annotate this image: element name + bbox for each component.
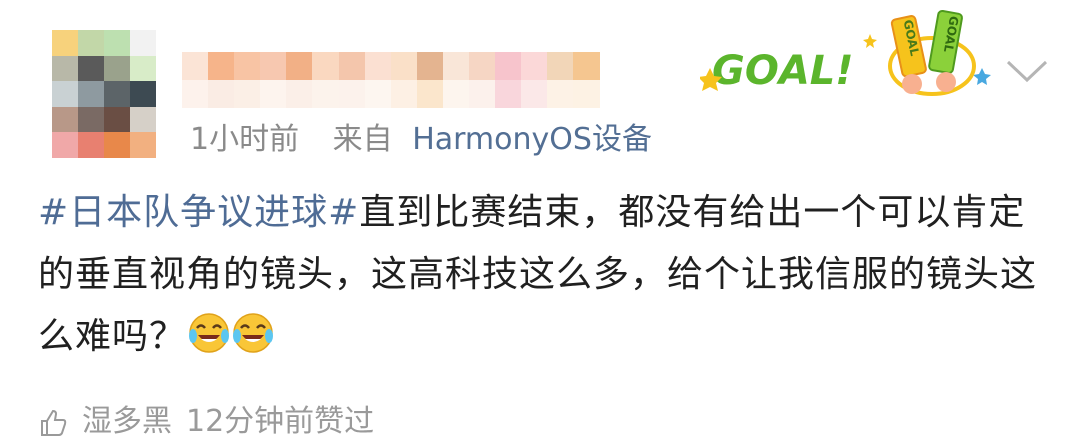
username-pixel	[573, 80, 600, 108]
laugh-cry-emoji	[233, 313, 274, 353]
username-pixel	[234, 80, 261, 108]
avatar-pixel	[52, 106, 78, 133]
username-pixel	[442, 80, 470, 108]
avatar-pixel	[104, 30, 130, 56]
avatar[interactable]	[52, 30, 156, 158]
username-pixel	[286, 52, 313, 80]
username-pixel	[208, 80, 235, 108]
avatar-pixel	[78, 81, 104, 107]
username-pixel	[573, 52, 600, 80]
avatar-pixel	[104, 55, 130, 82]
like-icon	[41, 409, 67, 436]
username-pixel	[469, 52, 496, 80]
avatar-pixel	[52, 132, 78, 158]
username-pixel	[338, 80, 365, 108]
avatar-pixel	[78, 132, 104, 158]
username-pixel	[312, 80, 339, 108]
avatar-pixel	[130, 81, 156, 107]
avatar-pixel	[104, 132, 130, 158]
username-pixel	[338, 52, 365, 80]
username-pixel	[364, 52, 391, 80]
username-pixel	[182, 52, 209, 80]
username-pixel	[547, 80, 574, 108]
star-icon	[973, 68, 991, 85]
username-pixel	[364, 80, 391, 108]
avatar-pixel	[52, 55, 78, 82]
weibo-post-card: 1小时前 来自 HarmonyOS设备 GOAL! GOAL! GOAL GOA…	[0, 0, 1080, 436]
avatar-pixel	[78, 106, 104, 133]
avatar-pixel	[130, 55, 156, 82]
username-pixel	[208, 52, 235, 80]
avatar-pixel	[52, 30, 78, 56]
username-pixel	[312, 52, 339, 80]
username-pixel	[416, 80, 443, 108]
username-pixel	[547, 52, 574, 80]
username-blurred[interactable]	[182, 52, 600, 108]
avatar-pixel	[78, 55, 104, 82]
username-pixel	[495, 52, 522, 80]
badge-text: GOAL!	[712, 48, 854, 94]
avatar-pixel	[130, 132, 156, 158]
hashtag-link[interactable]: #日本队争议进球#	[38, 192, 359, 233]
username-pixel	[469, 80, 496, 108]
liker-name[interactable]: 湿多黑	[82, 404, 172, 436]
source-label: 来自	[332, 122, 393, 157]
post-body: #日本队争议进球#直到比赛结束，都没有给出一个可以肯定的垂直视角的镜头，这高科技…	[38, 182, 1048, 368]
username-pixel	[442, 52, 470, 80]
post-time: 1小时前	[190, 122, 300, 157]
avatar-pixel	[104, 106, 130, 133]
post-meta: 1小时前 来自 HarmonyOS设备	[190, 118, 652, 162]
avatar-pixel	[78, 30, 104, 56]
username-pixel	[390, 80, 417, 108]
username-pixel	[260, 52, 287, 80]
avatar-pixel	[130, 30, 156, 56]
liked-by-row: 湿多黑 12分钟前赞过	[38, 396, 374, 436]
username-pixel	[495, 80, 522, 108]
username-pixel	[416, 52, 443, 80]
star-icon	[863, 34, 877, 48]
username-pixel	[182, 80, 209, 108]
avatar-pixel	[52, 81, 78, 107]
username-pixel	[234, 52, 261, 80]
username-pixel	[521, 80, 548, 108]
avatar-pixel	[130, 106, 156, 133]
like-time: 12分钟前赞过	[186, 404, 375, 436]
goal-badge-icon: GOAL! GOAL! GOAL GOAL	[700, 9, 991, 98]
username-pixel	[286, 80, 313, 108]
avatar-pixel	[104, 81, 130, 107]
chevron-down-icon[interactable]	[1004, 54, 1050, 86]
laugh-cry-emoji	[189, 313, 230, 353]
username-pixel	[260, 80, 287, 108]
source-device[interactable]: HarmonyOS设备	[412, 122, 652, 157]
username-pixel	[390, 52, 417, 80]
username-pixel	[521, 52, 548, 80]
